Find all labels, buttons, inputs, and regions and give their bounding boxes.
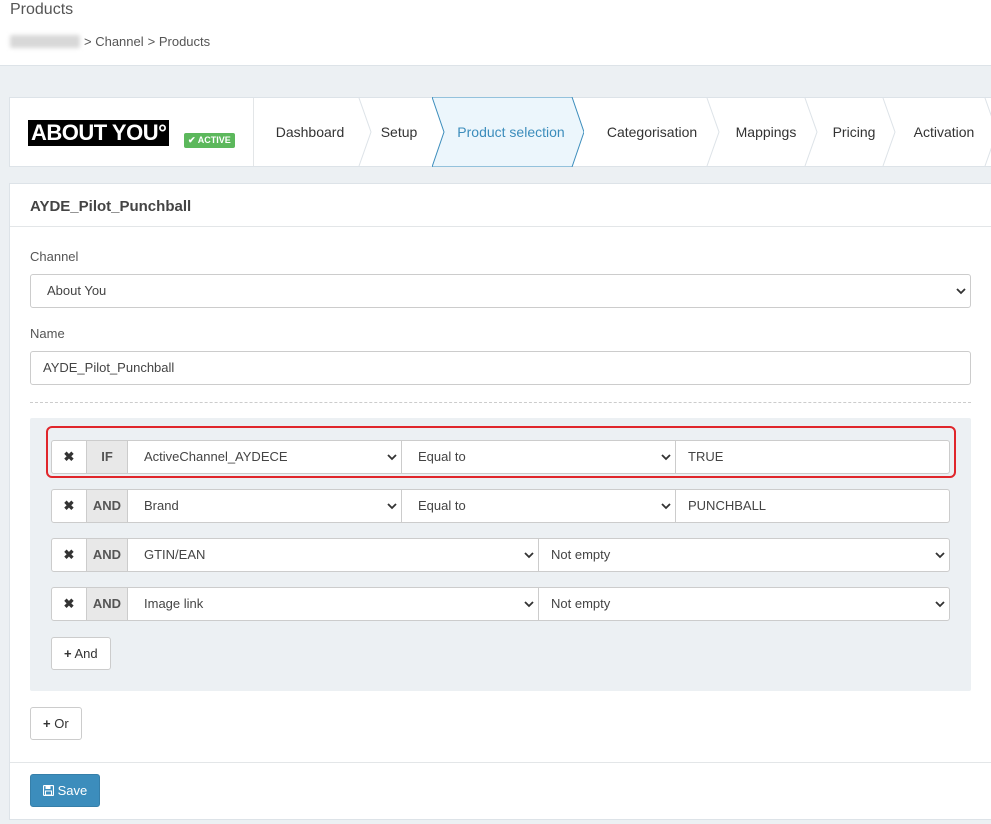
remove-rule-button[interactable]: ✖ xyxy=(51,538,87,572)
card-title: AYDE_Pilot_Punchball xyxy=(10,184,991,227)
step-activation[interactable]: Activation xyxy=(896,98,991,166)
save-label: Save xyxy=(57,783,88,798)
plus-icon: + xyxy=(43,716,51,731)
rule-field-value: GTIN/EAN xyxy=(144,547,206,562)
divider xyxy=(30,402,971,403)
breadcrumb-redacted-root[interactable] xyxy=(10,35,80,48)
close-icon: ✖ xyxy=(63,547,75,562)
rule-condition-select[interactable]: Not empty xyxy=(538,538,950,572)
add-and-label: And xyxy=(74,646,98,661)
breadcrumb-item-products: > Products xyxy=(147,34,211,49)
rule-field-select[interactable]: Image link xyxy=(127,587,539,621)
step-setup[interactable]: Setup xyxy=(366,98,432,166)
rule-field-select[interactable]: GTIN/EAN xyxy=(127,538,539,572)
rule-condition-select[interactable]: Not empty xyxy=(538,587,950,621)
top-header: Products > Channel > Products xyxy=(0,0,991,66)
status-badge: ✔ ACTIVE xyxy=(184,133,235,148)
rule-value-text: PUNCHBALL xyxy=(688,498,767,513)
add-or-button[interactable]: + Or xyxy=(30,707,82,740)
highlight-annotation xyxy=(46,426,956,478)
rule-operator: AND xyxy=(86,489,128,523)
rule-field-select[interactable]: Brand xyxy=(127,489,402,523)
about-you-logo: ABOUT YOU° xyxy=(28,120,170,146)
add-or-label: Or xyxy=(54,716,69,731)
product-selection-card: AYDE_Pilot_Punchball Channel About You N… xyxy=(9,183,991,820)
chevron-down-icon xyxy=(524,601,534,608)
page-title: Products xyxy=(10,1,74,18)
chevron-down-icon xyxy=(387,503,397,510)
step-mappings[interactable]: Mappings xyxy=(716,98,816,166)
step-pricing[interactable]: Pricing xyxy=(816,98,892,166)
step-categorisation[interactable]: Categorisation xyxy=(588,98,716,166)
chevron-down-icon xyxy=(661,503,671,510)
rule-condition-select[interactable]: Equal to xyxy=(401,489,676,523)
channel-select[interactable]: About You xyxy=(30,274,971,308)
rule-row: ✖ AND Image link Not empty xyxy=(51,587,950,621)
rule-condition-value: Not empty xyxy=(551,547,611,562)
channel-select-value: About You xyxy=(47,283,107,298)
rule-row: ✖ AND GTIN/EAN Not empty xyxy=(51,538,950,572)
chevron-down-icon xyxy=(524,552,534,559)
rule-value-input[interactable]: PUNCHBALL xyxy=(675,489,950,523)
close-icon: ✖ xyxy=(63,498,75,513)
breadcrumb: > Channel > Products xyxy=(10,34,210,49)
plus-icon: + xyxy=(64,646,72,661)
rule-operator: AND xyxy=(86,538,128,572)
rule-group: ✖ IF ActiveChannel_AYDECE Equal to TRUE … xyxy=(30,418,971,691)
floppy-disk-icon xyxy=(42,784,55,797)
name-input-value: AYDE_Pilot_Punchball xyxy=(43,360,175,375)
step-product-selection[interactable]: Product selection xyxy=(440,98,582,166)
close-icon: ✖ xyxy=(63,596,75,611)
rule-condition-value: Equal to xyxy=(418,498,466,513)
channel-label: Channel xyxy=(30,249,79,264)
rule-operator: AND xyxy=(86,587,128,621)
save-button[interactable]: Save xyxy=(30,774,101,807)
chevron-down-icon xyxy=(935,552,945,559)
step-dashboard[interactable]: Dashboard xyxy=(254,98,366,166)
step-separator xyxy=(882,98,896,166)
rule-field-value: Brand xyxy=(144,498,179,513)
rule-field-value: Image link xyxy=(144,596,204,611)
breadcrumb-item-channel[interactable]: > Channel xyxy=(84,34,144,49)
remove-rule-button[interactable]: ✖ xyxy=(51,587,87,621)
chevron-down-icon xyxy=(956,288,966,295)
chevron-down-icon xyxy=(935,601,945,608)
step-separator xyxy=(984,98,991,166)
rule-row: ✖ AND Brand Equal to PUNCHBALL xyxy=(51,489,950,523)
channel-wizard-bar: ABOUT YOU° ✔ ACTIVE Dashboard Setup Prod… xyxy=(9,97,991,167)
name-label: Name xyxy=(30,326,65,341)
card-footer-divider xyxy=(10,762,991,763)
remove-rule-button[interactable]: ✖ xyxy=(51,489,87,523)
name-input[interactable]: AYDE_Pilot_Punchball xyxy=(30,351,971,385)
add-and-button[interactable]: + And xyxy=(51,637,111,670)
rule-condition-value: Not empty xyxy=(551,596,611,611)
channel-brand: ABOUT YOU° ✔ ACTIVE xyxy=(10,98,254,166)
